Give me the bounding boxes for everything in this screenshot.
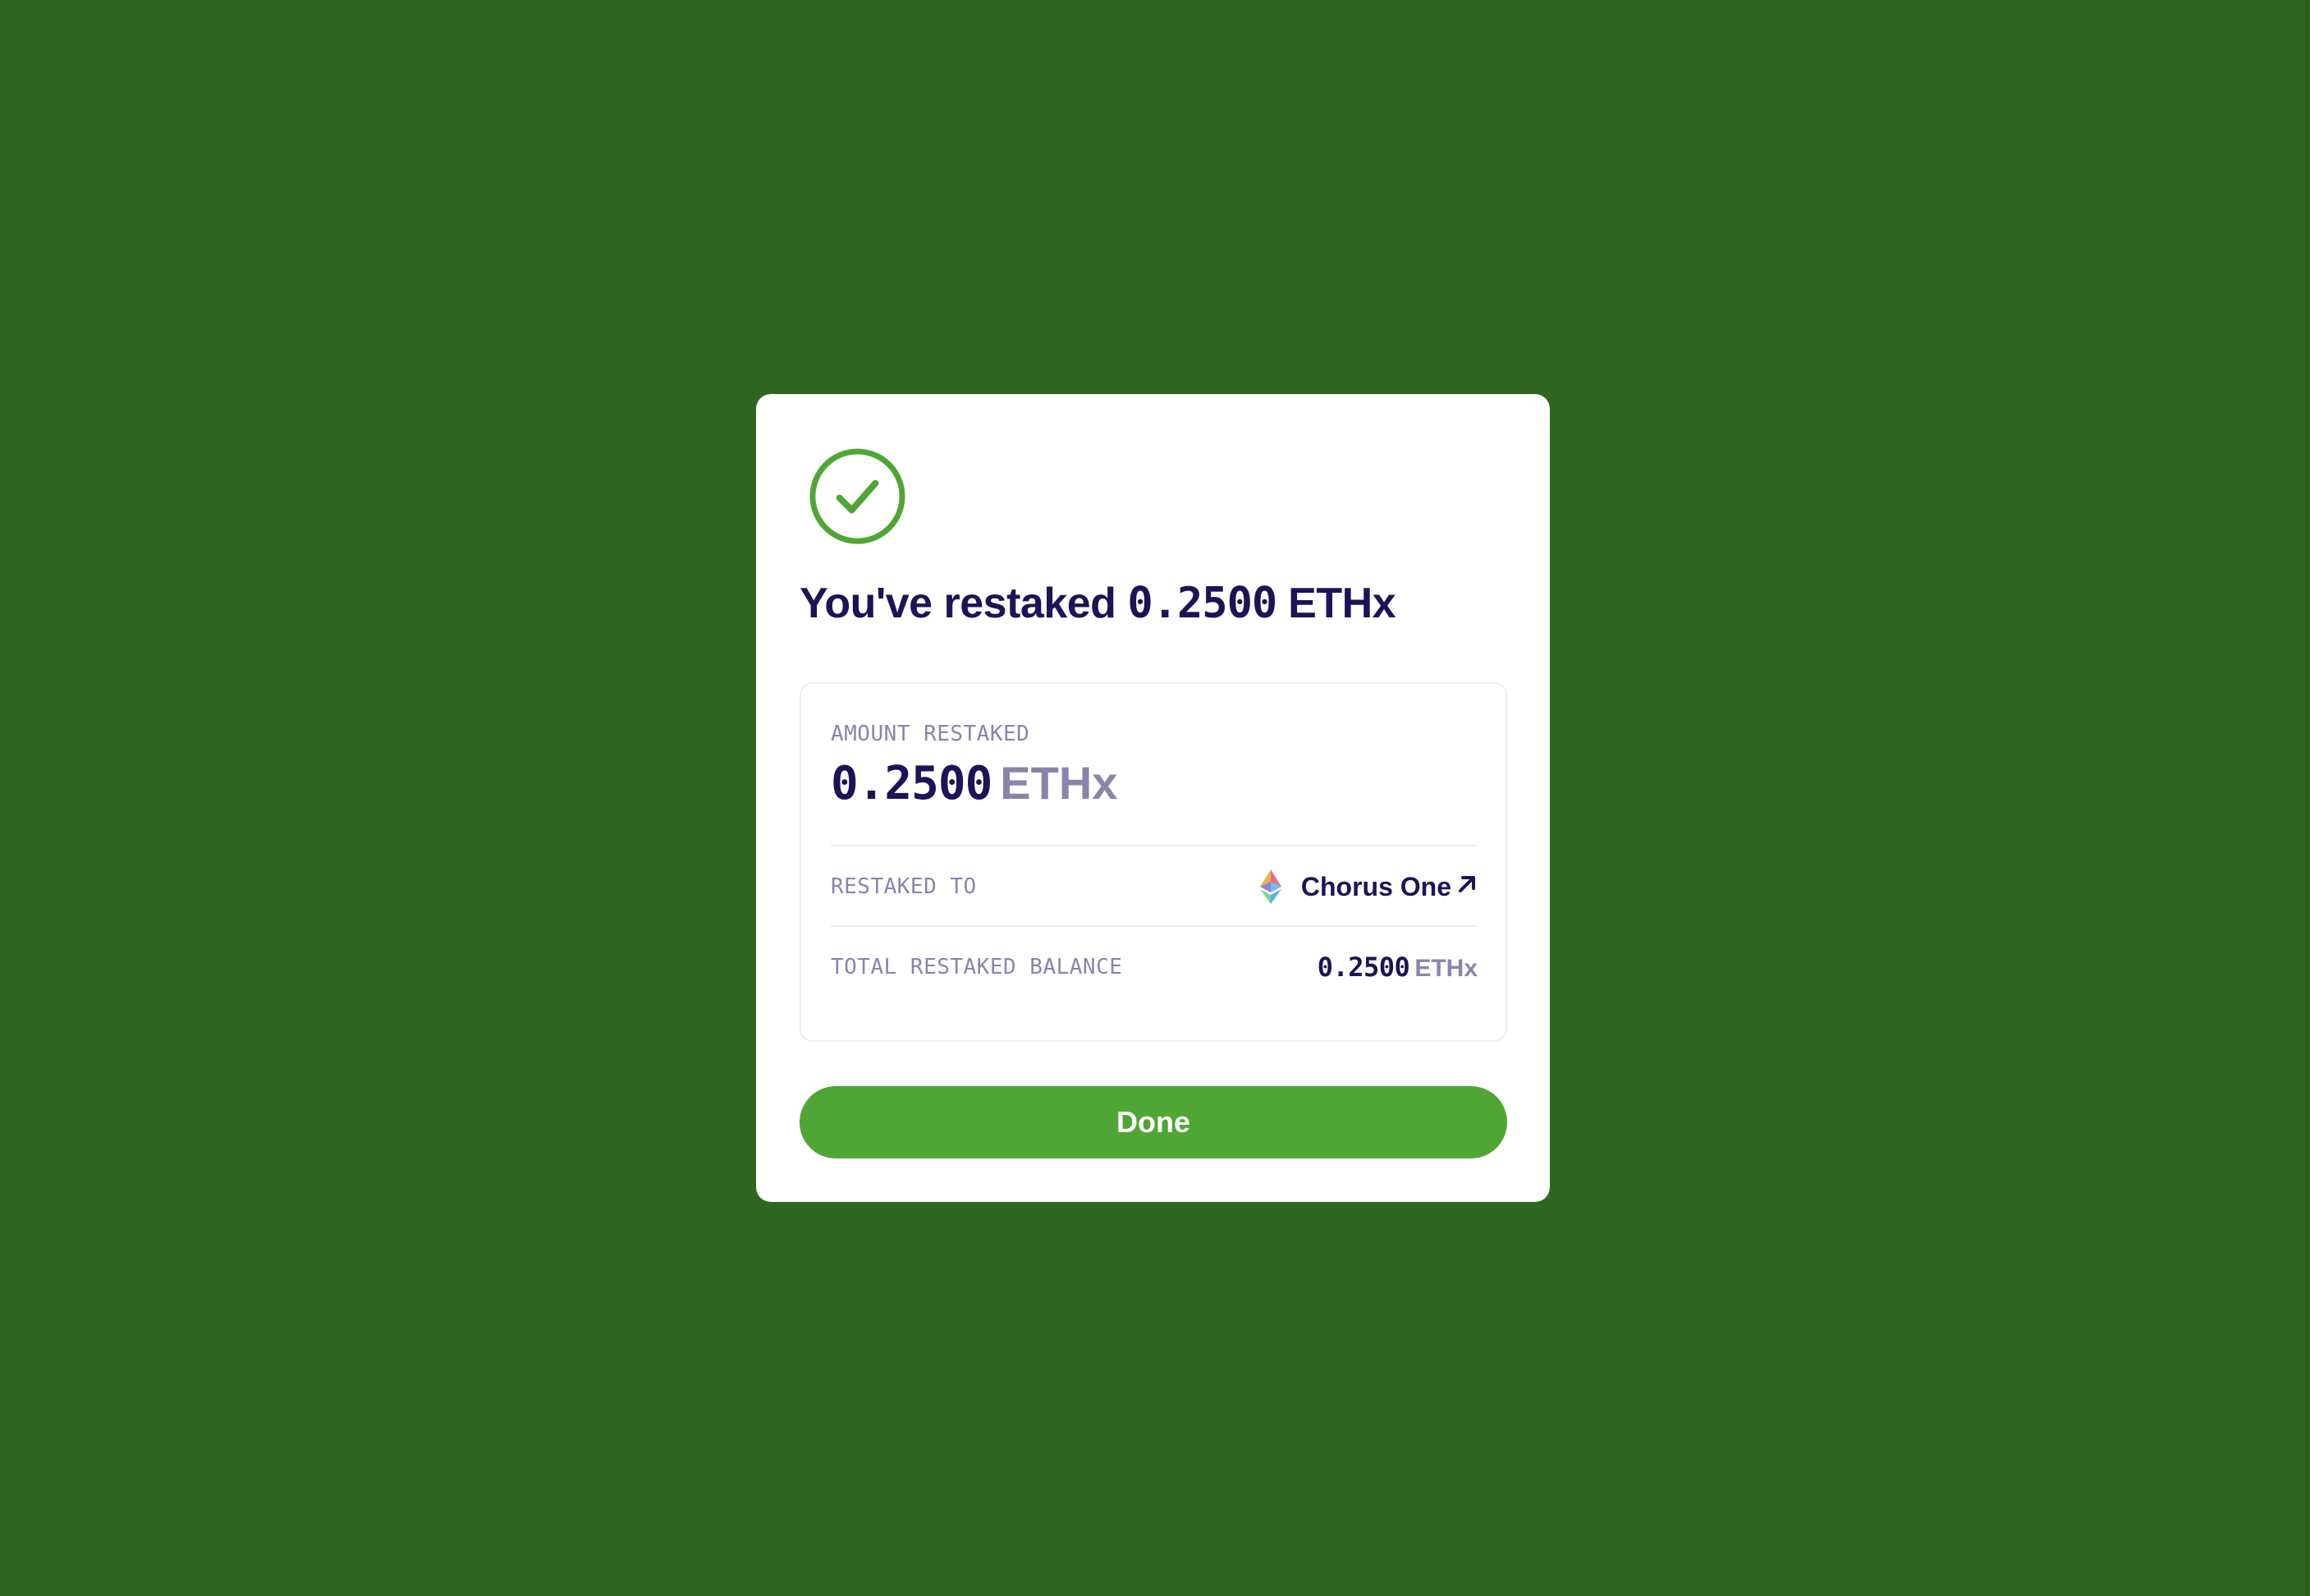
title-amount: 0.2500 (1127, 579, 1277, 628)
amount-restaked-value: 0.2500 ETHx (831, 756, 1117, 810)
total-balance-row: TOTAL RESTAKED BALANCE 0.2500 ETHx (831, 942, 1478, 992)
title-prefix: You've restaked (800, 580, 1116, 627)
restaked-to-label: RESTAKED TO (831, 874, 977, 899)
amount-restaked-label: AMOUNT RESTAKED (831, 722, 1030, 746)
success-modal: You've restaked 0.2500 ETHx AMOUNT RESTA… (756, 394, 1550, 1202)
amount-unit: ETHx (1000, 757, 1118, 809)
divider (831, 845, 1478, 846)
success-check-icon (809, 447, 906, 545)
amount-number: 0.2500 (831, 757, 992, 810)
arrow-up-right-icon (1459, 876, 1475, 892)
balance-number: 0.2500 (1317, 952, 1410, 983)
validator-link[interactable]: Chorus One (1258, 869, 1478, 905)
ethereum-icon (1259, 869, 1281, 904)
done-button[interactable]: Done (800, 1086, 1507, 1158)
restaked-to-row: RESTAKED TO Chorus One (831, 862, 1478, 911)
validator-name: Chorus One (1300, 871, 1451, 901)
restake-details-card: AMOUNT RESTAKED 0.2500 ETHx RESTAKED TO C… (800, 682, 1507, 1042)
divider (831, 925, 1478, 927)
total-restaked-balance-value: 0.2500 ETHx (1318, 952, 1478, 983)
total-restaked-balance-label: TOTAL RESTAKED BALANCE (831, 955, 1123, 979)
balance-unit: ETHx (1414, 955, 1478, 982)
title-unit: ETHx (1288, 580, 1396, 627)
window-edge (2305, 0, 2310, 1596)
modal-title: You've restaked 0.2500 ETHx (800, 579, 1396, 628)
